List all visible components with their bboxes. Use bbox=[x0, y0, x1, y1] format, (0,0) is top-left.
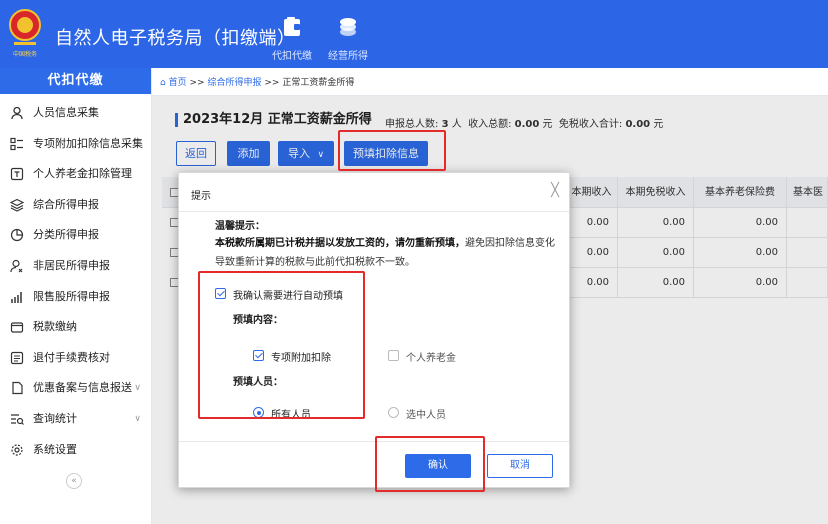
sidebar-item-preferential-filing[interactable]: 优惠备案与信息报送 ∨ bbox=[0, 373, 151, 404]
sidebar-item-tax-payment[interactable]: 税款缴纳 bbox=[0, 312, 151, 343]
document-icon bbox=[12, 382, 23, 395]
sidebar-item-label: 专项附加扣除信息采集 bbox=[33, 136, 143, 150]
sidebar-item-label: 退付手续费核对 bbox=[33, 350, 110, 364]
selected-people-radio[interactable] bbox=[388, 407, 399, 418]
home-icon: ⌂ bbox=[160, 78, 166, 88]
gear-icon bbox=[11, 443, 23, 456]
topnav-withholding[interactable]: 代扣代缴 bbox=[266, 6, 318, 62]
dialog-title: 提示 bbox=[191, 191, 211, 202]
all-people-label: 所有人员 bbox=[271, 410, 311, 421]
special-deduction-checkbox[interactable] bbox=[253, 350, 264, 361]
business-income-icon bbox=[340, 18, 356, 36]
tax-emblem-logo: 中国税务 bbox=[9, 9, 41, 58]
svg-text:中国税务: 中国税务 bbox=[13, 50, 37, 58]
personal-pension-checkbox[interactable] bbox=[388, 350, 399, 361]
chevron-down-icon: ∨ bbox=[134, 383, 141, 394]
sidebar-item-comprehensive-income[interactable]: 综合所得申报 bbox=[0, 190, 151, 221]
special-deduction-label: 专项附加扣除 bbox=[271, 353, 331, 364]
breadcrumb: ⌂ 首页 >> 综合所得申报 >> 正常工资薪金所得 bbox=[160, 75, 354, 91]
tip-text: 本税款所属期已计税并据以发放工资的，请勿重新预填，避免因扣除信息变化导致重新计算… bbox=[215, 235, 560, 272]
breadcrumb-separator: >> bbox=[264, 78, 280, 88]
grid-list-icon bbox=[10, 137, 23, 150]
sidebar-item-category-income[interactable]: 分类所得申报 bbox=[0, 220, 151, 251]
breadcrumb-comprehensive-link[interactable]: 综合所得申报 bbox=[207, 78, 261, 88]
confirm-autofill-checkbox[interactable] bbox=[215, 288, 226, 299]
checklist-icon bbox=[10, 351, 24, 364]
nonresident-icon bbox=[10, 259, 23, 273]
breadcrumb-separator: >> bbox=[189, 78, 205, 88]
sidebar-item-label: 税款缴纳 bbox=[33, 320, 77, 334]
pie-chart-icon bbox=[10, 229, 24, 242]
tax-withholding-icon bbox=[284, 17, 300, 36]
pension-icon bbox=[10, 168, 24, 181]
sidebar-item-label: 优惠备案与信息报送 bbox=[33, 381, 132, 395]
sidebar-item-label: 个人养老金扣除管理 bbox=[33, 167, 132, 181]
sidebar: 代扣代缴 人员信息采集 专项附加扣除信息采集 个人养老金扣除管理 综合所得申报 … bbox=[0, 68, 152, 524]
app-header: 中国税务 自然人电子税务局（扣缴端） 代扣代缴 经营所得 bbox=[0, 0, 828, 68]
sidebar-item-label: 综合所得申报 bbox=[33, 197, 99, 211]
confirm-autofill-label: 我确认需要进行自动预填 bbox=[233, 291, 343, 302]
layers-icon bbox=[10, 198, 24, 212]
topnav-withholding-label: 代扣代缴 bbox=[272, 51, 312, 62]
sidebar-item-person-info[interactable]: 人员信息采集 bbox=[0, 98, 151, 129]
sidebar-item-label: 查询统计 bbox=[33, 411, 77, 425]
breadcrumb-current: 正常工资薪金所得 bbox=[282, 78, 355, 88]
dialog-footer-divider bbox=[179, 441, 569, 442]
prefill-content-title: 预填内容： bbox=[233, 315, 283, 326]
app-title: 自然人电子税务局（扣缴端） bbox=[55, 28, 296, 49]
personal-pension-label: 个人养老金 bbox=[406, 353, 456, 364]
confirm-button[interactable]: 确认 bbox=[405, 454, 471, 478]
app-window: 中国税务 自然人电子税务局（扣缴端） 代扣代缴 经营所得 代扣代缴 人员信息采集… bbox=[0, 0, 828, 524]
tip-title: 温馨提示： bbox=[215, 221, 265, 232]
close-icon[interactable]: ╳ bbox=[551, 183, 559, 198]
chevron-down-icon: ∨ bbox=[134, 413, 141, 424]
sidebar-item-pension[interactable]: 个人养老金扣除管理 bbox=[0, 159, 151, 190]
sidebar-item-settings[interactable]: 系统设置 bbox=[0, 435, 151, 466]
sidebar-section-title: 代扣代缴 bbox=[0, 68, 151, 94]
person-icon bbox=[11, 106, 23, 120]
search-list-icon bbox=[11, 414, 24, 425]
all-people-radio[interactable] bbox=[253, 407, 264, 418]
cancel-button[interactable]: 取消 bbox=[487, 454, 553, 478]
prefill-people-title: 预填人员： bbox=[233, 377, 283, 388]
sidebar-item-label: 限售股所得申报 bbox=[33, 289, 110, 303]
sidebar-item-query-stats[interactable]: 查询统计 ∨ bbox=[0, 404, 151, 435]
sidebar-item-label: 人员信息采集 bbox=[33, 106, 99, 119]
sidebar-item-label: 系统设置 bbox=[33, 442, 77, 456]
sidebar-item-nonresident[interactable]: 非居民所得申报 bbox=[0, 251, 151, 282]
sidebar-collapse-button[interactable]: « bbox=[66, 473, 82, 489]
tip-warning-bold: 本税款所属期已计税并据以发放工资的，请勿重新预填， bbox=[215, 238, 465, 249]
sidebar-item-restricted-shares[interactable]: 限售股所得申报 bbox=[0, 282, 151, 313]
sidebar-item-label: 分类所得申报 bbox=[33, 228, 99, 242]
prefill-confirm-dialog: 提示 ╳ 温馨提示： 本税款所属期已计税并据以发放工资的，请勿重新预填，避免因扣… bbox=[178, 172, 570, 488]
dialog-divider bbox=[179, 211, 569, 212]
topnav-business-income[interactable]: 经营所得 bbox=[322, 6, 374, 62]
sidebar-item-label: 非居民所得申报 bbox=[33, 258, 110, 272]
wallet-icon bbox=[10, 322, 24, 333]
breadcrumb-home-link[interactable]: 首页 bbox=[169, 78, 187, 88]
sidebar-item-special-deduction[interactable]: 专项附加扣除信息采集 bbox=[0, 129, 151, 160]
sidebar-item-refund-check[interactable]: 退付手续费核对 bbox=[0, 343, 151, 374]
topnav-business-income-label: 经营所得 bbox=[328, 51, 368, 62]
selected-people-label: 选中人员 bbox=[406, 410, 446, 421]
bar-chart-icon bbox=[11, 291, 22, 303]
